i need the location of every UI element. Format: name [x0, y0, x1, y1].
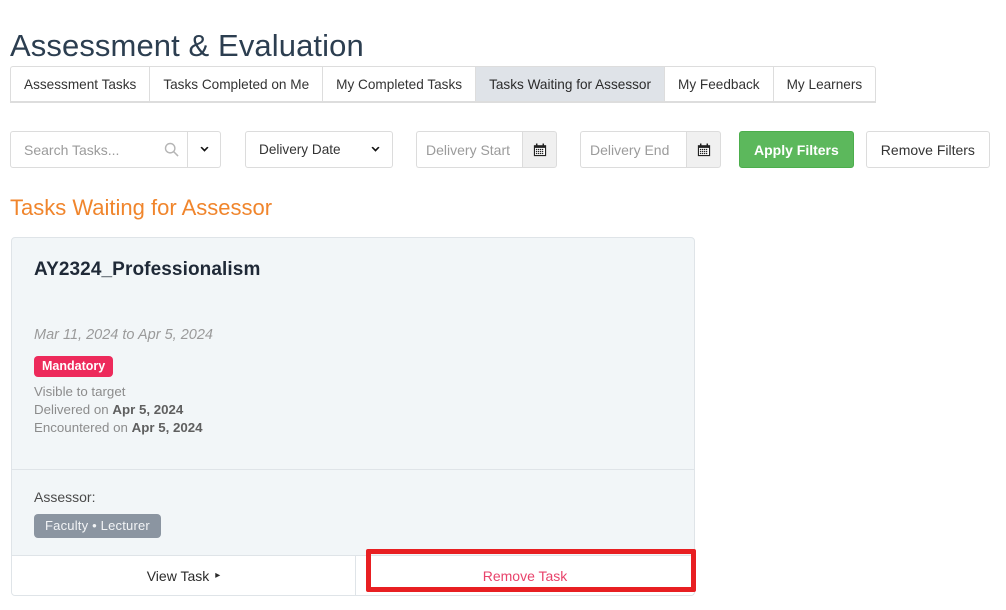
remove-filters-button[interactable]: Remove Filters — [865, 131, 990, 168]
task-delivered-date: Apr 5, 2024 — [112, 402, 184, 417]
apply-filters-button[interactable]: Apply Filters — [739, 131, 854, 168]
delivery-date-select-value: Delivery Date — [259, 142, 341, 157]
chevron-down-icon — [371, 146, 380, 152]
task-card: AY2324_Professionalism Mar 11, 2024 to A… — [11, 237, 695, 596]
delivery-end-group: Delivery End — [580, 131, 721, 168]
arrow-right-icon: ▸ — [215, 570, 221, 581]
chevron-down-icon — [199, 146, 209, 152]
task-delivered: Delivered on Apr 5, 2024 — [34, 401, 672, 419]
status-badge: Mandatory — [34, 356, 114, 377]
page-title: Assessment & Evaluation — [10, 27, 364, 63]
delivery-start-calendar-button[interactable] — [522, 131, 557, 168]
assessor-section: Assessor: Faculty • Lecturer — [12, 469, 694, 555]
task-card-footer: View Task ▸ Remove Task — [12, 555, 694, 595]
task-encountered: Encountered on Apr 5, 2024 — [34, 419, 672, 437]
tab-tasks-completed-on-me[interactable]: Tasks Completed on Me — [149, 66, 323, 102]
tab-my-completed-tasks[interactable]: My Completed Tasks — [322, 66, 476, 102]
remove-task-button[interactable]: Remove Task — [356, 556, 694, 595]
task-visibility: Visible to target — [34, 384, 126, 399]
section-heading: Tasks Waiting for Assessor — [10, 195, 273, 220]
search-icon — [164, 142, 179, 157]
tab-my-learners[interactable]: My Learners — [772, 66, 877, 102]
task-encountered-prefix: Encountered on — [34, 420, 132, 435]
calendar-icon — [533, 143, 546, 156]
delivery-start-group: Delivery Start — [416, 131, 557, 168]
task-encountered-date: Apr 5, 2024 — [131, 420, 203, 435]
delivery-date-select[interactable]: Delivery Date — [245, 131, 393, 168]
search-field-wrap[interactable] — [10, 131, 188, 168]
page-root: Assessment & Evaluation Assessment Tasks… — [0, 0, 1006, 610]
search-options-button[interactable] — [188, 131, 221, 168]
delivery-start-input[interactable]: Delivery Start — [416, 131, 522, 168]
delivery-end-calendar-button[interactable] — [686, 131, 721, 168]
tab-assessment-tasks[interactable]: Assessment Tasks — [10, 66, 150, 102]
search-group — [10, 131, 221, 168]
view-task-label: View Task — [146, 567, 210, 584]
tab-my-feedback[interactable]: My Feedback — [664, 66, 773, 102]
search-input[interactable] — [22, 140, 160, 159]
task-delivered-prefix: Delivered on — [34, 402, 113, 417]
assessor-label: Assessor: — [34, 489, 96, 505]
tab-bar: Assessment Tasks Tasks Completed on Me M… — [10, 66, 877, 103]
filter-bar: Delivery Date Delivery Start — [10, 131, 990, 168]
task-title: AY2324_Professionalism — [34, 259, 261, 280]
calendar-icon — [697, 143, 710, 156]
task-date-range: Mar 11, 2024 to Apr 5, 2024 — [34, 327, 213, 343]
delivery-end-input[interactable]: Delivery End — [580, 131, 686, 168]
assessor-role-badge: Faculty • Lecturer — [34, 514, 161, 538]
task-card-body: AY2324_Professionalism Mar 11, 2024 to A… — [12, 238, 694, 469]
tab-tasks-waiting-for-assessor[interactable]: Tasks Waiting for Assessor — [475, 66, 664, 102]
view-task-button[interactable]: View Task ▸ — [12, 556, 356, 595]
